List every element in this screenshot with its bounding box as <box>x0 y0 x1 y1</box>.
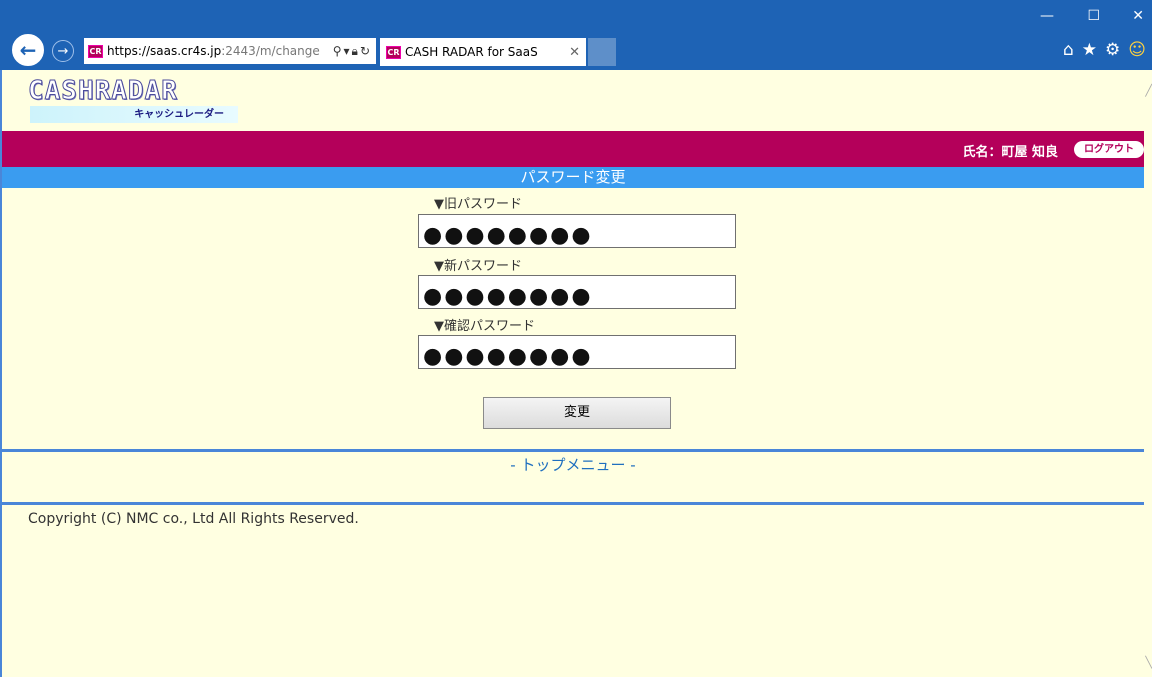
confirm-password-input[interactable]: ●●●●●●●● <box>418 335 736 369</box>
divider-top <box>2 449 1144 452</box>
change-password-button[interactable]: 変更 <box>483 397 671 429</box>
minimize-button[interactable]: — <box>1040 8 1054 24</box>
tab-close-icon[interactable]: ✕ <box>569 45 580 60</box>
page-content: CASHRADAR キャッシュレーダー 氏名：町屋 知良 ログアウト パスワード… <box>0 70 1152 677</box>
lock-icon[interactable]: 🔒︎ <box>352 44 360 58</box>
top-menu-row: - トップメニュー - <box>2 454 1144 475</box>
back-button[interactable]: ← <box>12 34 44 66</box>
browser-chrome: ← → CR https://saas.cr4s.jp:2443/m/chang… <box>0 0 1152 70</box>
maximize-button[interactable]: ☐ <box>1087 8 1100 24</box>
arrow-right-icon: → <box>57 43 69 59</box>
feedback-smiley-icon[interactable]: ☺ <box>1128 40 1146 60</box>
divider-bottom <box>2 502 1144 505</box>
search-icon[interactable]: ⚲ <box>333 44 344 58</box>
settings-gear-icon[interactable]: ⚙ <box>1105 40 1120 60</box>
confirm-password-label: ▼確認パスワード <box>434 319 535 334</box>
forward-button[interactable]: → <box>52 40 74 62</box>
arrow-left-icon: ← <box>19 38 37 62</box>
dropdown-icon[interactable]: ▾ <box>344 44 352 58</box>
vertical-scrollbar[interactable]: ╱ ╲ <box>1142 70 1152 677</box>
new-password-label: ▼新パスワード <box>434 259 522 274</box>
user-bar: 氏名：町屋 知良 ログアウト <box>2 131 1144 167</box>
logo-subtitle: キャッシュレーダー <box>30 106 238 123</box>
close-window-button[interactable]: ✕ <box>1132 8 1144 24</box>
page-title: パスワード変更 <box>2 167 1144 188</box>
scroll-up-icon[interactable]: ╱ <box>1145 84 1152 97</box>
url-path: :2443/m/change <box>221 44 320 58</box>
new-password-input[interactable]: ●●●●●●●● <box>418 275 736 309</box>
top-menu-prefix: - <box>510 456 521 474</box>
new-tab-button[interactable] <box>588 38 616 66</box>
url-host: https://saas.cr4s.jp <box>107 44 222 58</box>
copyright-footer: Copyright (C) NMC co., Ltd All Rights Re… <box>28 511 359 527</box>
old-password-label: ▼旧パスワード <box>434 197 522 212</box>
tab-favicon-icon: CR <box>386 45 401 59</box>
top-menu-suffix: - <box>625 456 636 474</box>
scroll-down-icon[interactable]: ╲ <box>1145 656 1152 669</box>
address-bar[interactable]: CR https://saas.cr4s.jp:2443/m/change ⚲▾… <box>84 38 376 64</box>
home-icon[interactable]: ⌂ <box>1063 40 1074 60</box>
refresh-icon[interactable]: ↻ <box>360 44 372 58</box>
top-menu-link[interactable]: トップメニュー <box>520 456 625 474</box>
tab-title: CASH RADAR for SaaS <box>405 45 538 59</box>
user-name: 氏名：町屋 知良 <box>962 145 1058 160</box>
logout-button[interactable]: ログアウト <box>1074 141 1144 158</box>
logo-text: CASHRADAR <box>28 76 178 106</box>
cashradar-logo: CASHRADAR キャッシュレーダー <box>28 76 242 123</box>
site-favicon-icon: CR <box>88 44 103 58</box>
old-password-input[interactable]: ●●●●●●●● <box>418 214 736 248</box>
browser-tab[interactable]: CR CASH RADAR for SaaS ✕ <box>380 38 586 66</box>
favorites-star-icon[interactable]: ★ <box>1082 40 1097 60</box>
